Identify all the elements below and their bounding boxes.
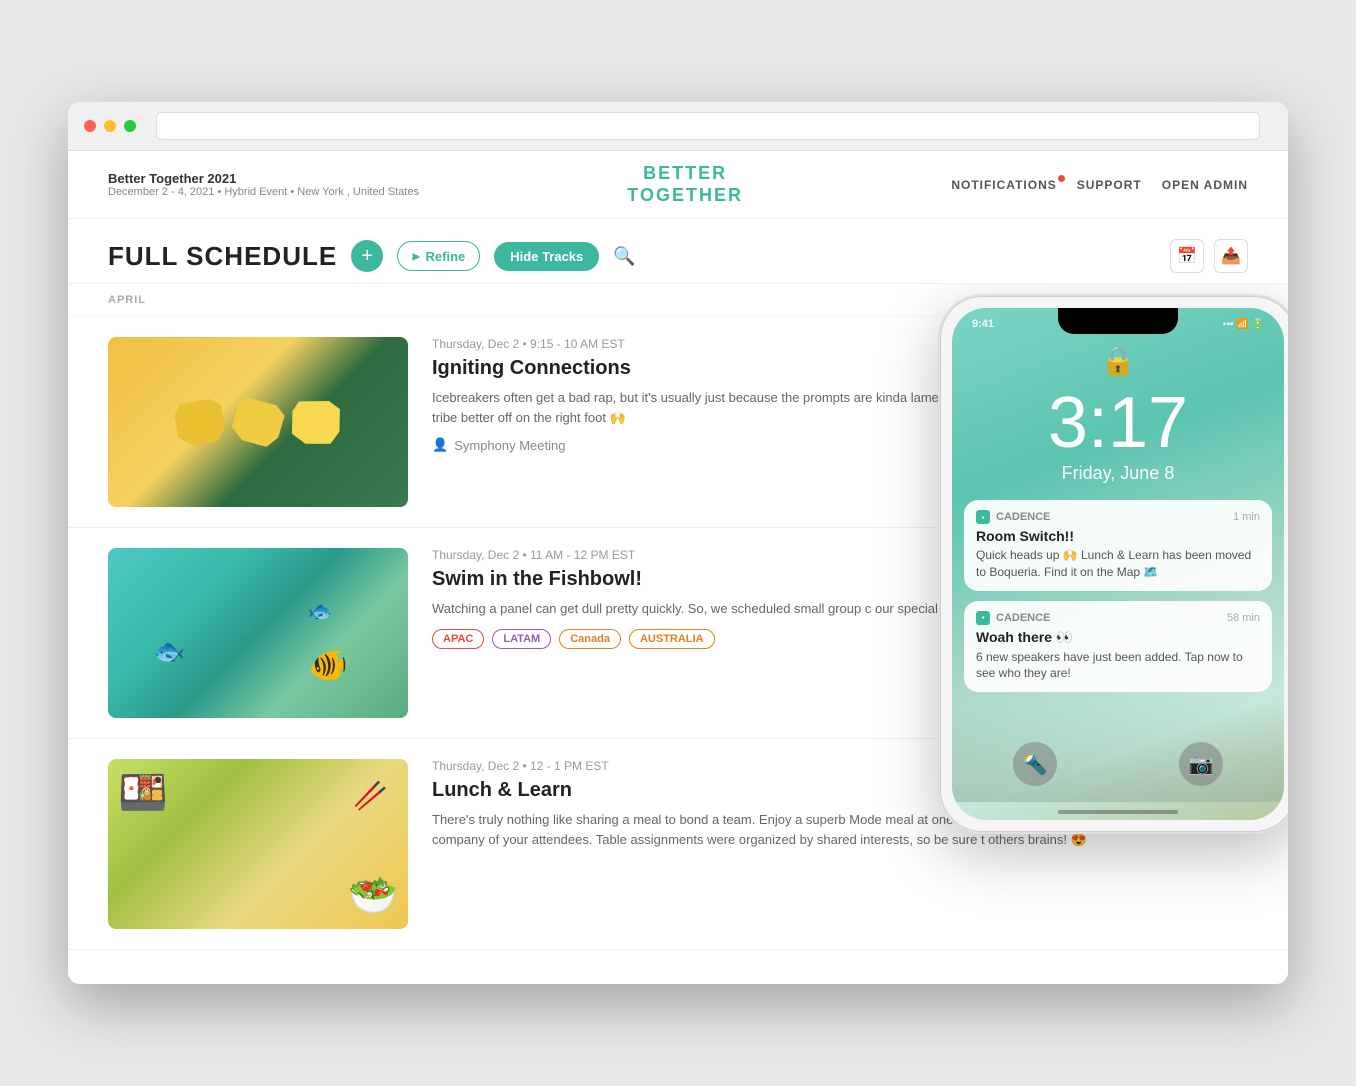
phone-notch	[1058, 308, 1178, 334]
notification-dot	[1058, 175, 1065, 182]
notif-header-2: ▪ CADENCE 58 min	[976, 611, 1260, 625]
phone-date: Friday, June 8	[952, 463, 1284, 484]
logo-center: BETTER TOGETHER	[627, 163, 743, 206]
notification-card-1[interactable]: ▪ CADENCE 1 min Room Switch!! Quick head…	[964, 500, 1272, 591]
session-image-2: 🐟 🐠 🐟	[108, 548, 408, 718]
notif-app-icon-2: ▪	[976, 611, 990, 625]
notifications-link[interactable]: NOTIFICATIONS	[951, 178, 1056, 192]
notif-app-icon-1: ▪	[976, 510, 990, 524]
notif-app-1: ▪ CADENCE	[976, 510, 1050, 524]
phone-camera-button[interactable]: 📷	[1179, 742, 1223, 786]
tag-australia[interactable]: AUSTRALIA	[629, 629, 715, 649]
nav-right: NOTIFICATIONS SUPPORT OPEN ADMIN	[951, 178, 1248, 192]
brand-name: Better Together 2021	[108, 171, 419, 186]
top-nav: Better Together 2021 December 2 - 4, 202…	[68, 151, 1288, 219]
session-image-1	[108, 337, 408, 507]
browser-window: Better Together 2021 December 2 - 4, 202…	[68, 102, 1288, 984]
schedule-header: FULL SCHEDULE + ⫸ Refine Hide Tracks 🔍 📅…	[68, 219, 1288, 284]
url-bar[interactable]	[156, 112, 1260, 140]
lock-icon: 🔒	[952, 334, 1284, 383]
notif-time-1: 1 min	[1233, 511, 1260, 523]
phone-frame: 9:41 ▪▪▪ 📶 🔋 🔒 3:17 Friday, June 8	[938, 294, 1288, 834]
phone-status-icons: ▪▪▪ 📶 🔋	[1223, 319, 1264, 330]
main-layout: APRIL 40 MORE Thursday, Dec 2 • 9:15 - 1…	[68, 284, 1288, 984]
phone-flashlight-button[interactable]: 🔦	[1013, 742, 1057, 786]
food-icon-3: 🥢	[353, 779, 388, 812]
phone-bottom-area: 🔦 📷	[952, 702, 1284, 802]
camera-icon: 📷	[1189, 752, 1214, 777]
notif-body-2: 6 new speakers have just been added. Tap…	[976, 649, 1260, 683]
dot-red[interactable]	[84, 120, 96, 132]
crumpled-shapes	[155, 380, 361, 465]
refine-button[interactable]: ⫸ Refine	[397, 241, 480, 271]
hide-tracks-button[interactable]: Hide Tracks	[494, 242, 599, 271]
export-button[interactable]: 📤	[1214, 239, 1248, 273]
fish-decoration-3: 🐟	[308, 599, 333, 624]
food-icon-2: 🥗	[348, 872, 398, 919]
open-admin-link[interactable]: OPEN ADMIN	[1162, 178, 1248, 192]
notif-title-2: Woah there 👀	[976, 629, 1260, 646]
notif-title-1: Room Switch!!	[976, 528, 1260, 544]
brand-sub: December 2 - 4, 2021 • Hybrid Event • Ne…	[108, 186, 419, 198]
calendar-icon: 📅	[1177, 246, 1197, 266]
notif-app-2: ▪ CADENCE	[976, 611, 1050, 625]
support-link[interactable]: SUPPORT	[1077, 178, 1142, 192]
add-session-button[interactable]: +	[351, 240, 383, 272]
tag-canada[interactable]: Canada	[559, 629, 621, 649]
location-icon: 👤	[432, 437, 448, 453]
schedule-title: FULL SCHEDULE	[108, 241, 337, 272]
flashlight-icon: 🔦	[1023, 752, 1048, 777]
header-right-icons: 📅 📤	[1170, 239, 1248, 273]
phone-big-time: 3:17	[952, 387, 1284, 459]
tag-apac[interactable]: APAC	[432, 629, 484, 649]
notif-header-1: ▪ CADENCE 1 min	[976, 510, 1260, 524]
logo-line1: BETTER	[627, 163, 743, 185]
section-left: APRIL	[108, 294, 146, 306]
phone-overlay: 9:41 ▪▪▪ 📶 🔋 🔒 3:17 Friday, June 8	[938, 294, 1288, 834]
export-icon: 📤	[1221, 246, 1241, 266]
app-content: Better Together 2021 December 2 - 4, 202…	[68, 151, 1288, 984]
notif-time-2: 58 min	[1227, 612, 1260, 624]
fish-decoration-2: 🐠	[308, 646, 348, 684]
brand-left: Better Together 2021 December 2 - 4, 202…	[108, 171, 419, 198]
phone-screen: 9:41 ▪▪▪ 📶 🔋 🔒 3:17 Friday, June 8	[952, 308, 1284, 820]
browser-chrome	[68, 102, 1288, 151]
fish-decoration: 🐟	[153, 636, 185, 667]
session-image-3: 🍱 🥗 🥢	[108, 759, 408, 929]
search-icon: 🔍	[613, 246, 635, 266]
food-icon-1: 🍱	[118, 769, 168, 816]
refine-icon: ⫸	[412, 248, 419, 264]
tag-latam[interactable]: LATAM	[492, 629, 551, 649]
search-button[interactable]: 🔍	[613, 246, 635, 267]
phone-status-time: 9:41	[972, 318, 994, 330]
notif-body-1: Quick heads up 🙌 Lunch & Learn has been …	[976, 547, 1260, 581]
phone-home-bar	[1058, 810, 1178, 814]
calendar-view-button[interactable]: 📅	[1170, 239, 1204, 273]
dot-green[interactable]	[124, 120, 136, 132]
notification-card-2[interactable]: ▪ CADENCE 58 min Woah there 👀 6 new spea…	[964, 601, 1272, 693]
logo-line2: TOGETHER	[627, 185, 743, 207]
dot-yellow[interactable]	[104, 120, 116, 132]
